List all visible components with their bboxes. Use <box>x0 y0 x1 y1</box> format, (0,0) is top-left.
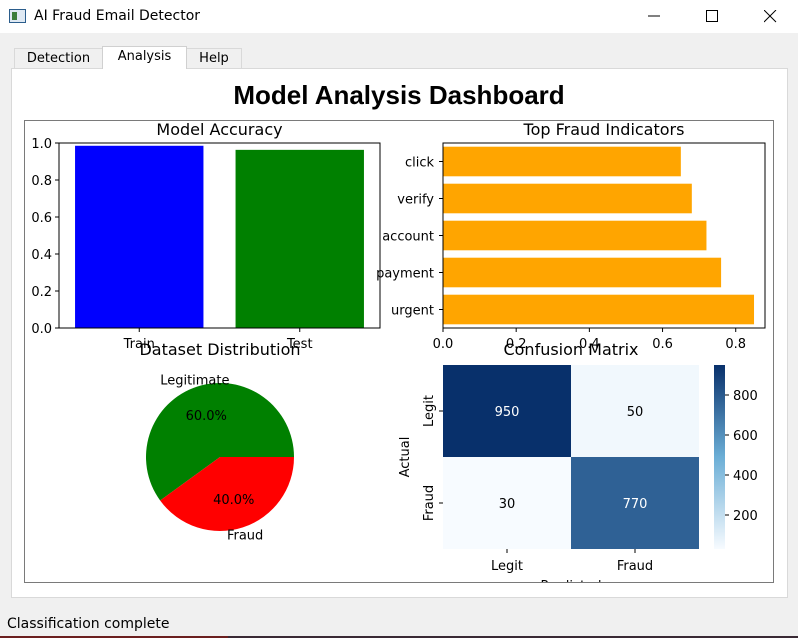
indicator-label: verify <box>397 193 434 208</box>
confusion-xtick-label: Legit <box>491 559 523 574</box>
tab-detection[interactable]: Detection <box>14 48 103 68</box>
accuracy-ytick-label: 0.8 <box>31 174 52 189</box>
maximize-button[interactable] <box>684 0 742 33</box>
pie-pct-label: 60.0% <box>186 409 227 424</box>
close-button[interactable] <box>742 0 798 33</box>
indicator-bar-payment <box>443 257 722 288</box>
confusion-cell-value: 30 <box>499 497 516 512</box>
status-bar: Classification complete <box>0 605 798 638</box>
confusion-cell-value: 950 <box>495 405 520 420</box>
status-text: Classification complete <box>7 616 170 632</box>
accuracy-ytick-label: 0.2 <box>31 285 52 300</box>
dashboard-charts: Model AccuracyTrain Test0.00.20.40.60.81.… <box>31 121 766 583</box>
indicators-chart-title: Top Fraud Indicators <box>523 121 685 139</box>
indicator-label: click <box>405 156 435 171</box>
tab-analysis[interactable]: Analysis <box>102 46 187 69</box>
minimize-button[interactable] <box>626 0 684 33</box>
distribution-chart-title: Dataset Distribution <box>139 340 300 359</box>
confusion-colorbar <box>714 365 725 549</box>
confusion-chart-title: Confusion Matrix <box>503 340 638 359</box>
accuracy-bar-train <box>75 145 204 328</box>
pie-pct-label: 40.0% <box>213 493 254 508</box>
indicator-label: urgent <box>391 304 434 319</box>
colorbar-tick-label: 400 <box>733 469 758 484</box>
close-icon <box>764 10 777 23</box>
accuracy-ytick-label: 0.0 <box>31 322 52 337</box>
indicator-bar-account <box>443 220 707 251</box>
confusion-xlabel: Predicted <box>540 579 601 583</box>
confusion-xtick-label: Fraud <box>617 559 653 574</box>
dashboard-figure: Model Accuracy Train Test 0.0 0.2 0.4 0.6 0.8 1.… <box>24 120 774 583</box>
tab-help[interactable]: Help <box>186 48 242 68</box>
app-icon <box>9 9 26 23</box>
confusion-ytick-label: Legit <box>422 395 437 427</box>
indicator-xtick-label: 0.0 <box>433 337 454 352</box>
accuracy-chart-title: Model Accuracy <box>156 121 282 139</box>
indicator-xtick-label: 0.6 <box>652 337 673 352</box>
title-bar: AI Fraud Email Detector <box>0 0 798 33</box>
indicator-bar-verify <box>443 183 692 214</box>
accuracy-ytick-label: 0.4 <box>31 248 52 263</box>
confusion-cell-value: 770 <box>623 497 648 512</box>
colorbar-tick-label: 800 <box>733 389 758 404</box>
indicator-bar-urgent <box>443 294 755 325</box>
maximize-icon <box>706 10 718 22</box>
indicator-xtick-label: 0.8 <box>725 337 746 352</box>
confusion-ytick-label: Fraud <box>422 485 437 521</box>
page-title: Model Analysis Dashboard <box>233 80 565 110</box>
indicator-label: payment <box>376 267 434 282</box>
indicator-label: account <box>382 230 434 245</box>
indicator-bar-click <box>443 146 681 177</box>
confusion-ylabel: Actual <box>398 437 413 478</box>
pie-label: Legitimate <box>160 374 229 389</box>
colorbar-tick-label: 600 <box>733 429 758 444</box>
accuracy-ytick-label: 0.6 <box>31 211 52 226</box>
accuracy-bar-test <box>235 149 364 328</box>
window-title: AI Fraud Email Detector <box>34 8 201 24</box>
accuracy-ytick-label: 1.0 <box>31 137 52 152</box>
minimize-icon <box>648 15 660 17</box>
confusion-cell-value: 50 <box>627 405 644 420</box>
pie-label: Fraud <box>227 528 263 543</box>
colorbar-tick-label: 200 <box>733 509 758 524</box>
